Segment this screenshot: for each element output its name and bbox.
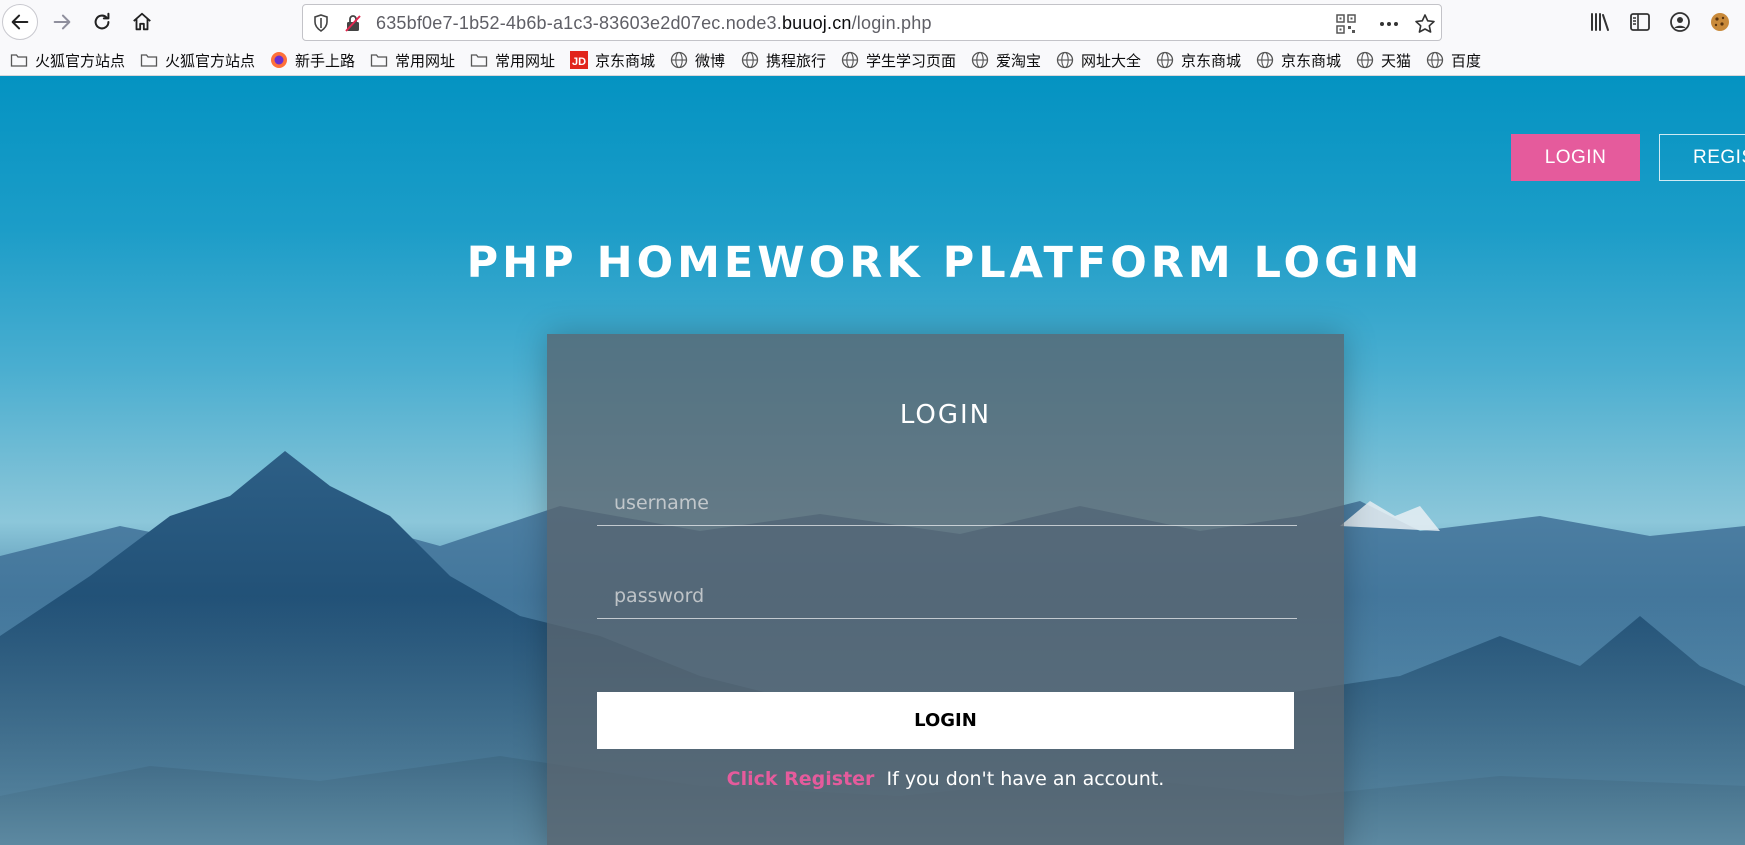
arrow-right-icon: [53, 14, 71, 30]
login-submit-button[interactable]: LOGIN: [597, 692, 1294, 749]
bookmark-item[interactable]: 天猫: [1356, 50, 1411, 70]
jd-icon: JD: [570, 51, 588, 69]
home-icon: [133, 12, 151, 31]
bookmark-item[interactable]: 常用网址: [370, 50, 455, 70]
register-prompt: Click Register If you don't have an acco…: [547, 768, 1344, 790]
bookmark-item[interactable]: 爱淘宝: [971, 50, 1041, 70]
bookmark-star-icon[interactable]: [1414, 13, 1436, 35]
globe-icon: [1356, 51, 1374, 69]
register-link[interactable]: Click Register: [727, 768, 875, 790]
bookmark-item[interactable]: 火狐官方站点: [10, 50, 125, 70]
globe-icon: [670, 51, 688, 69]
bookmark-item[interactable]: 携程旅行: [741, 50, 826, 70]
address-bar[interactable]: 635bf0e7-1b52-4b6b-a1c3-83603e2d07ec.nod…: [302, 4, 1442, 41]
library-icon[interactable]: [1588, 10, 1612, 34]
tracking-shield-icon[interactable]: [311, 13, 331, 33]
insecure-lock-icon[interactable]: [343, 13, 363, 33]
globe-icon: [1256, 51, 1274, 69]
url-text[interactable]: 635bf0e7-1b52-4b6b-a1c3-83603e2d07ec.nod…: [376, 13, 932, 34]
account-icon[interactable]: [1668, 10, 1692, 34]
home-button[interactable]: [124, 4, 160, 40]
svg-text:JD: JD: [572, 56, 586, 68]
bookmarks-toolbar: 火狐官方站点 火狐官方站点 新手上路 常用网址 常用网址 JD 京东商城 微博 携…: [0, 44, 1745, 76]
cookie-extension-icon[interactable]: [1708, 10, 1732, 34]
username-input[interactable]: [597, 480, 1297, 526]
nav-register-button[interactable]: REGIS: [1659, 134, 1745, 181]
reload-icon: [94, 12, 110, 30]
forward-button[interactable]: [44, 4, 80, 40]
bookmark-item[interactable]: 京东商城: [1256, 50, 1341, 70]
form-title: LOGIN: [899, 400, 992, 430]
page-viewport: LOGIN REGIS PHP HOMEWORK PLATFORM LOGIN …: [0, 76, 1745, 845]
folder-icon: [470, 54, 488, 67]
page-title: PHP HOMEWORK PLATFORM LOGIN: [466, 238, 1424, 288]
bookmark-item[interactable]: 百度: [1426, 50, 1481, 70]
bookmark-item[interactable]: JD 京东商城: [570, 50, 655, 70]
globe-icon: [971, 51, 989, 69]
globe-icon: [841, 51, 859, 69]
register-hint-text: If you don't have an account.: [886, 768, 1165, 790]
bookmark-item[interactable]: 微博: [670, 50, 725, 70]
bookmark-item[interactable]: 学生学习页面: [841, 50, 956, 70]
globe-icon: [1056, 51, 1074, 69]
nav-login-button[interactable]: LOGIN: [1511, 134, 1640, 181]
bookmark-item[interactable]: 火狐官方站点: [140, 50, 255, 70]
globe-icon: [741, 51, 759, 69]
globe-icon: [1156, 51, 1174, 69]
arrow-left-icon: [11, 14, 29, 30]
page-actions-icon[interactable]: [1378, 13, 1400, 35]
password-input[interactable]: [597, 573, 1297, 619]
folder-icon: [10, 54, 28, 67]
bookmark-item[interactable]: 网址大全: [1056, 50, 1141, 70]
firefox-icon: [271, 52, 287, 68]
qr-code-icon[interactable]: [1335, 13, 1357, 35]
globe-icon: [1426, 51, 1444, 69]
folder-icon: [370, 54, 388, 67]
browser-toolbar: 635bf0e7-1b52-4b6b-a1c3-83603e2d07ec.nod…: [0, 0, 1745, 44]
folder-icon: [140, 54, 158, 67]
bookmark-item[interactable]: 常用网址: [470, 50, 555, 70]
bookmark-item[interactable]: 京东商城: [1156, 50, 1241, 70]
bookmark-item[interactable]: 新手上路: [270, 50, 355, 70]
reload-button[interactable]: [84, 4, 120, 40]
login-form-card: LOGIN LOGIN Click Register If you don't …: [547, 334, 1344, 845]
back-button[interactable]: [2, 4, 38, 40]
sidebar-icon[interactable]: [1628, 10, 1652, 34]
